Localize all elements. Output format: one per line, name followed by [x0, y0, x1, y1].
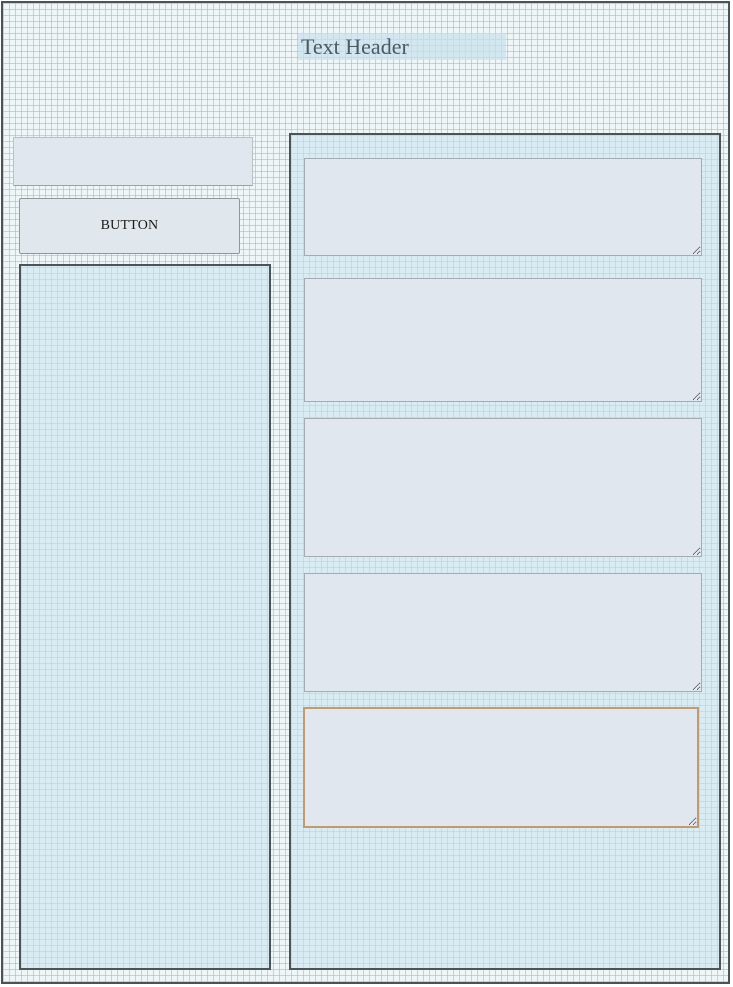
textarea-5-focused[interactable]	[303, 707, 699, 828]
action-button[interactable]: BUTTON	[19, 198, 240, 254]
textarea-3[interactable]	[304, 418, 702, 557]
text-input[interactable]	[13, 137, 253, 186]
textarea-1[interactable]	[304, 158, 702, 256]
page-frame: Text Header BUTTON	[1, 1, 730, 984]
header-highlight: Text Header	[298, 33, 506, 60]
textarea-2[interactable]	[304, 278, 702, 402]
right-form-panel	[289, 133, 721, 970]
page-title: Text Header	[301, 34, 409, 59]
textarea-4[interactable]	[304, 573, 702, 692]
left-list-panel[interactable]	[19, 264, 271, 970]
